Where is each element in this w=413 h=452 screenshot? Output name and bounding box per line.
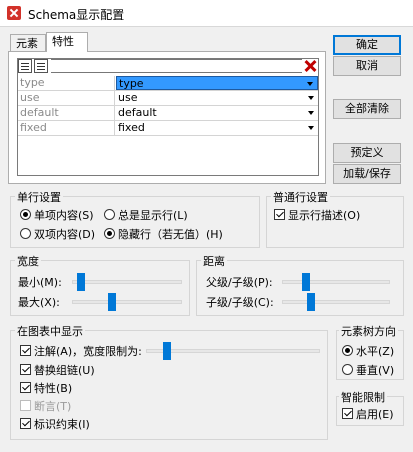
max-width-slider[interactable] [72,300,182,304]
min-width-slider[interactable] [72,280,182,284]
identity-constraints-checkbox[interactable] [20,418,31,429]
child-child-slider[interactable] [282,300,390,304]
row-value-select[interactable]: fixed [116,121,318,135]
assertions-label: 断言(T) [34,400,72,413]
always-show-radio[interactable] [104,209,115,220]
vertical-radio[interactable] [342,364,353,375]
enable-label[interactable]: 启用(E) [356,406,394,422]
identity-constraints-label[interactable]: 标识约束(I) [34,416,90,432]
double-content-radio[interactable] [20,228,31,239]
attributes-checkbox[interactable] [20,382,31,393]
annotation-label[interactable]: 注解(A)，宽度限制为: [34,343,142,359]
horizontal-radio[interactable] [342,345,353,356]
annotation-checkbox[interactable] [20,345,31,356]
app-icon [7,6,21,20]
chevron-down-icon[interactable] [305,77,317,90]
vertical-label[interactable]: 垂直(V) [356,362,394,378]
title-bar[interactable]: Schema显示配置 [0,0,413,27]
load-save-button[interactable]: 加载/保存 [333,164,401,184]
row-name: fixed [18,121,115,135]
min-width-label: 最小(M): [18,276,62,289]
attributes-label[interactable]: 特性(B) [34,380,72,396]
row-value-select[interactable]: default [116,106,318,120]
chevron-down-icon[interactable] [306,106,318,119]
parent-child-label: 父级/子级(P): [206,276,273,289]
child-child-label: 子级/子级(C): [206,296,274,309]
row-name: use [18,91,115,105]
parent-child-slider[interactable] [282,280,390,284]
single-content-radio[interactable] [20,209,31,220]
list-row[interactable]: type type [18,76,318,91]
row-value-select[interactable]: type [116,76,318,90]
append-row-icon[interactable] [34,59,48,73]
substitution-groups-checkbox[interactable] [20,364,31,375]
insert-row-icon[interactable] [18,59,32,73]
list-toolbar [51,59,302,73]
smart-restriction-title: 智能限制 [339,389,387,405]
chevron-down-icon[interactable] [306,91,318,104]
tab-elements[interactable]: 元素 [10,34,46,51]
tab-attributes[interactable]: 特性 [46,32,88,52]
row-name: type [18,76,115,90]
max-width-thumb[interactable] [107,293,116,311]
single-line-title: 单行设置 [15,189,63,205]
max-width-label: 最大(X): [18,296,60,309]
predefined-button[interactable]: 预定义 [333,143,401,163]
display-in-diagram-title: 在图表中显示 [15,323,85,339]
child-child-thumb[interactable] [307,293,315,311]
list-row[interactable]: fixed fixed [18,121,318,136]
annotation-width-thumb[interactable] [162,342,171,360]
cancel-button[interactable]: 取消 [333,56,401,76]
chevron-down-icon[interactable] [306,121,318,134]
general-line-title: 普通行设置 [271,189,330,205]
assertions-checkbox [20,400,31,411]
min-width-thumb[interactable] [77,273,86,291]
enable-checkbox[interactable] [342,408,353,419]
window-title: Schema显示配置 [28,8,125,22]
clear-all-button[interactable]: 全部清除 [333,99,401,119]
hide-row-radio[interactable] [104,228,115,239]
ok-button[interactable]: 确定 [333,35,401,55]
double-content-label[interactable]: 双项内容(D) [34,226,95,242]
substitution-groups-label[interactable]: 替换组链(U) [34,362,95,378]
show-desc-checkbox[interactable] [274,209,285,220]
list-row[interactable]: default default [18,106,318,121]
row-value-select[interactable]: use [116,91,318,105]
parent-child-thumb[interactable] [302,273,310,291]
row-name: default [18,106,115,120]
list-row[interactable]: use use [18,91,318,106]
single-content-label[interactable]: 单项内容(S) [34,207,94,223]
show-desc-label[interactable]: 显示行描述(O) [288,207,360,223]
always-show-label[interactable]: 总是显示行(L) [118,207,188,223]
tree-direction-title: 元素树方向 [339,323,398,339]
hide-row-label[interactable]: 隐藏行（若无值）(H) [118,226,223,242]
delete-icon[interactable] [303,59,317,73]
width-title: 宽度 [15,253,41,269]
annotation-width-slider[interactable] [146,349,320,353]
horizontal-label[interactable]: 水平(Z) [356,343,394,359]
distance-title: 距离 [201,253,227,269]
